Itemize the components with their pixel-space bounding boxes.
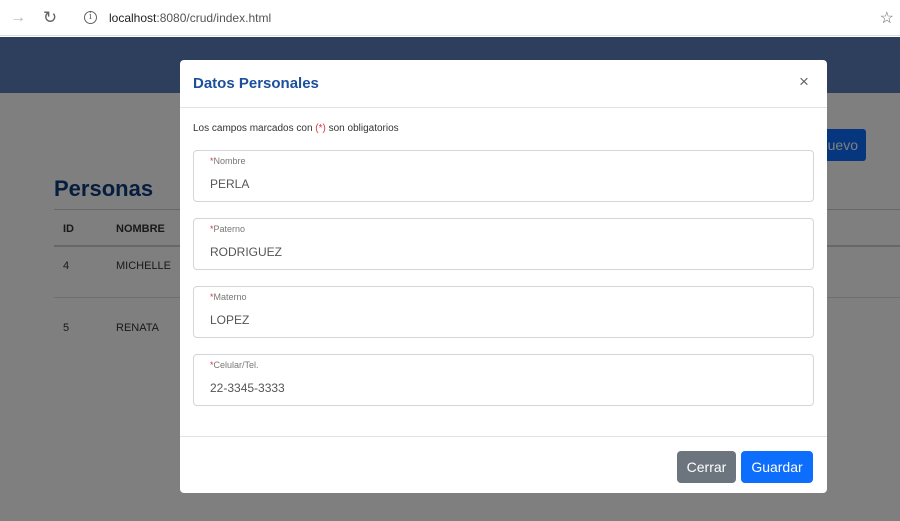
reload-icon[interactable]: ↻ [40, 8, 60, 28]
paterno-label: *Paterno [210, 224, 245, 234]
celular-label: *Celular/Tel. [210, 360, 259, 370]
required-note-suffix: son obligatorios [325, 123, 399, 134]
address-bar[interactable]: localhost:8080/crud/index.html [109, 11, 271, 25]
materno-label-text: Materno [213, 292, 247, 302]
required-note-mark: (*) [315, 123, 326, 134]
cerrar-button[interactable]: Cerrar [677, 451, 736, 483]
materno-field[interactable]: *Materno [193, 286, 814, 338]
favorite-star-icon[interactable]: ☆ [880, 8, 894, 28]
paterno-label-text: Paterno [213, 224, 246, 234]
forward-arrow-icon[interactable]: → [8, 8, 28, 28]
required-fields-note: Los campos marcados con (*) son obligato… [193, 123, 399, 134]
materno-label: *Materno [210, 292, 247, 302]
browser-toolbar: → ↻ i localhost:8080/crud/index.html ☆ [0, 0, 900, 36]
nombre-label: *Nombre [210, 156, 246, 166]
nombre-input[interactable] [210, 177, 790, 191]
close-icon[interactable]: × [795, 73, 813, 91]
nombre-label-text: Nombre [213, 156, 246, 166]
modal-header: Datos Personales × [180, 60, 827, 108]
paterno-field[interactable]: *Paterno [193, 218, 814, 270]
guardar-button[interactable]: Guardar [741, 451, 813, 483]
url-path: :8080/crud/index.html [156, 11, 272, 25]
required-note-prefix: Los campos marcados con [193, 123, 316, 134]
personal-data-modal: Datos Personales × Los campos marcados c… [180, 60, 827, 493]
paterno-input[interactable] [210, 245, 790, 259]
modal-title: Datos Personales [193, 75, 319, 92]
info-icon[interactable]: i [84, 11, 97, 24]
materno-input[interactable] [210, 313, 790, 327]
celular-input[interactable] [210, 381, 790, 395]
nombre-field[interactable]: *Nombre [193, 150, 814, 202]
url-host: localhost [109, 11, 157, 25]
modal-footer: Cerrar Guardar [180, 436, 827, 493]
celular-field[interactable]: *Celular/Tel. [193, 354, 814, 406]
celular-label-text: Celular/Tel. [213, 360, 259, 370]
